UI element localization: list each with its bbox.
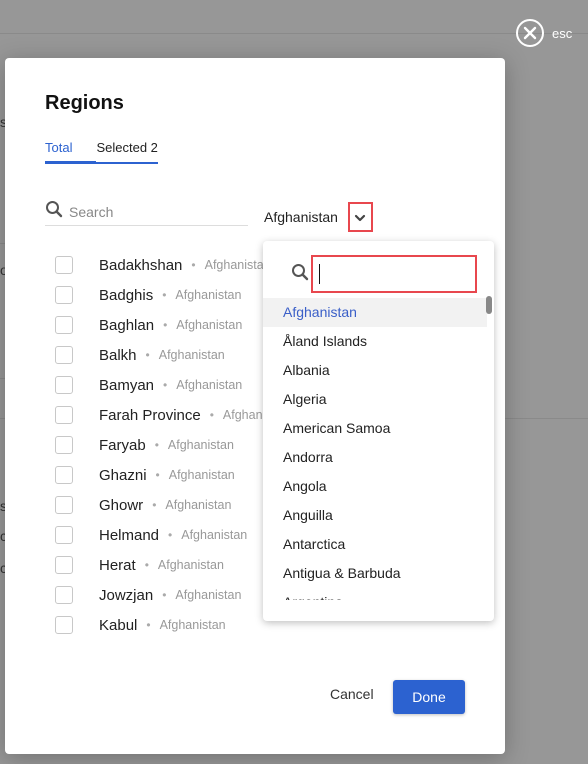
separator-dot: • bbox=[168, 528, 173, 542]
region-name: Farah Province bbox=[99, 406, 201, 424]
region-name: Bamyan bbox=[99, 376, 155, 394]
country-dropdown-search bbox=[291, 255, 477, 293]
region-row[interactable]: Bamyan • Afghanistan bbox=[55, 370, 267, 400]
region-name: Badakhshan bbox=[99, 256, 183, 274]
region-name: Kabul bbox=[99, 616, 138, 634]
region-country: Afghanistan bbox=[168, 468, 235, 482]
background-divider bbox=[0, 33, 588, 34]
region-country: Afghanistan bbox=[167, 438, 234, 452]
country-search-input[interactable] bbox=[311, 255, 477, 293]
chevron-down-icon bbox=[354, 209, 366, 225]
region-row[interactable]: Helmand • Afghanistan bbox=[55, 520, 267, 550]
search-icon bbox=[291, 263, 309, 286]
search-icon bbox=[45, 200, 63, 223]
separator-dot: • bbox=[146, 618, 151, 632]
done-button[interactable]: Done bbox=[393, 680, 465, 714]
separator-dot: • bbox=[162, 288, 167, 302]
region-row[interactable]: Badakhshan • Afghanistan bbox=[55, 250, 267, 280]
region-row[interactable]: Badghis • Afghanistan bbox=[55, 280, 267, 310]
separator-dot: • bbox=[144, 558, 149, 572]
separator-dot: • bbox=[163, 318, 168, 332]
region-row[interactable]: Jowzjan • Afghanistan bbox=[55, 580, 267, 610]
region-row[interactable]: Farah Province • Afghanistan bbox=[55, 400, 267, 430]
region-checkbox[interactable] bbox=[55, 346, 73, 364]
region-row[interactable]: Balkh • Afghanistan bbox=[55, 340, 267, 370]
region-country: Afghanistan bbox=[175, 588, 242, 602]
region-checkbox[interactable] bbox=[55, 286, 73, 304]
region-country: Afghanistan bbox=[176, 318, 243, 332]
region-checkbox[interactable] bbox=[55, 376, 73, 394]
country-option[interactable]: Åland Islands bbox=[263, 327, 487, 356]
separator-dot: • bbox=[162, 588, 167, 602]
separator-dot: • bbox=[152, 498, 157, 512]
country-option[interactable]: Albania bbox=[263, 356, 487, 385]
region-name: Ghazni bbox=[99, 466, 147, 484]
country-option[interactable]: Algeria bbox=[263, 385, 487, 414]
region-country: Afghanistan bbox=[158, 348, 225, 362]
region-row[interactable]: Baghlan • Afghanistan bbox=[55, 310, 267, 340]
separator-dot: • bbox=[209, 408, 214, 422]
country-option[interactable]: Andorra bbox=[263, 443, 487, 472]
region-country: Afghanistan bbox=[176, 378, 243, 392]
country-filter[interactable]: Afghanistan bbox=[264, 202, 373, 232]
separator-dot: • bbox=[191, 258, 196, 272]
region-list-viewport: Badakhshan • Afghanistan Badghis • Afghanista… bbox=[5, 58, 267, 754]
region-name: Badghis bbox=[99, 286, 154, 304]
close-icon bbox=[516, 19, 544, 47]
regions-modal: Regions Total Selected 2 Badakhshan•Afgh… bbox=[5, 58, 505, 754]
region-name: Herat bbox=[99, 556, 136, 574]
region-country: Afghanistan bbox=[175, 288, 242, 302]
region-country: Afghanistan bbox=[204, 258, 267, 272]
country-option[interactable]: American Samoa bbox=[263, 414, 487, 443]
separator-dot: • bbox=[155, 468, 160, 482]
region-country: Afghanistan bbox=[157, 558, 224, 572]
region-row[interactable]: Ghowr • Afghanistan bbox=[55, 490, 267, 520]
region-name: Ghowr bbox=[99, 496, 144, 514]
region-list: Badakhshan • Afghanistan Badghis • Afghanista… bbox=[55, 250, 267, 640]
close-label: esc bbox=[552, 25, 573, 41]
close-button[interactable]: esc bbox=[516, 19, 572, 47]
country-option[interactable]: Afghanistan bbox=[263, 298, 487, 327]
region-search bbox=[45, 198, 248, 226]
region-row[interactable]: Kabul • Afghanistan bbox=[55, 610, 267, 640]
country-option-list: Afghanistan Åland Islands Albania Algeria Am… bbox=[263, 298, 487, 600]
region-country: Afghanistan bbox=[222, 408, 267, 422]
region-checkbox[interactable] bbox=[55, 316, 73, 334]
region-checkbox[interactable] bbox=[55, 586, 73, 604]
region-name: Faryab bbox=[99, 436, 146, 454]
country-filter-value: Afghanistan bbox=[264, 209, 338, 225]
country-filter-toggle[interactable] bbox=[347, 202, 373, 232]
text-caret bbox=[319, 264, 320, 284]
region-checkbox[interactable] bbox=[55, 616, 73, 634]
region-row[interactable]: Faryab • Afghanistan bbox=[55, 430, 267, 460]
country-option[interactable]: Antigua & Barbuda bbox=[263, 559, 487, 588]
region-country: Afghanistan bbox=[165, 498, 232, 512]
cancel-button[interactable]: Cancel bbox=[330, 686, 374, 702]
region-row[interactable]: Ghazni • Afghanistan bbox=[55, 460, 267, 490]
separator-dot: • bbox=[163, 378, 168, 392]
region-checkbox[interactable] bbox=[55, 436, 73, 454]
country-dropdown: Afghanistan Åland Islands Albania Algeria Am… bbox=[263, 241, 494, 621]
region-row[interactable]: Herat • Afghanistan bbox=[55, 550, 267, 580]
region-checkbox[interactable] bbox=[55, 256, 73, 274]
region-name: Balkh bbox=[99, 346, 137, 364]
region-country: Afghanistan bbox=[181, 528, 248, 542]
region-country: Afghanistan bbox=[159, 618, 226, 632]
region-name: Baghlan bbox=[99, 316, 155, 334]
region-name: Jowzjan bbox=[99, 586, 154, 604]
country-option[interactable]: Anguilla bbox=[263, 501, 487, 530]
region-checkbox[interactable] bbox=[55, 526, 73, 544]
region-checkbox[interactable] bbox=[55, 556, 73, 574]
region-checkbox[interactable] bbox=[55, 466, 73, 484]
region-name: Helmand bbox=[99, 526, 160, 544]
country-option[interactable]: Argentina bbox=[263, 588, 487, 600]
region-checkbox[interactable] bbox=[55, 406, 73, 424]
country-option[interactable]: Angola bbox=[263, 472, 487, 501]
region-checkbox[interactable] bbox=[55, 496, 73, 514]
separator-dot: • bbox=[145, 348, 150, 362]
country-option[interactable]: Antarctica bbox=[263, 530, 487, 559]
separator-dot: • bbox=[154, 438, 159, 452]
dropdown-scrollbar[interactable] bbox=[486, 296, 492, 314]
region-search-input[interactable] bbox=[69, 203, 239, 220]
